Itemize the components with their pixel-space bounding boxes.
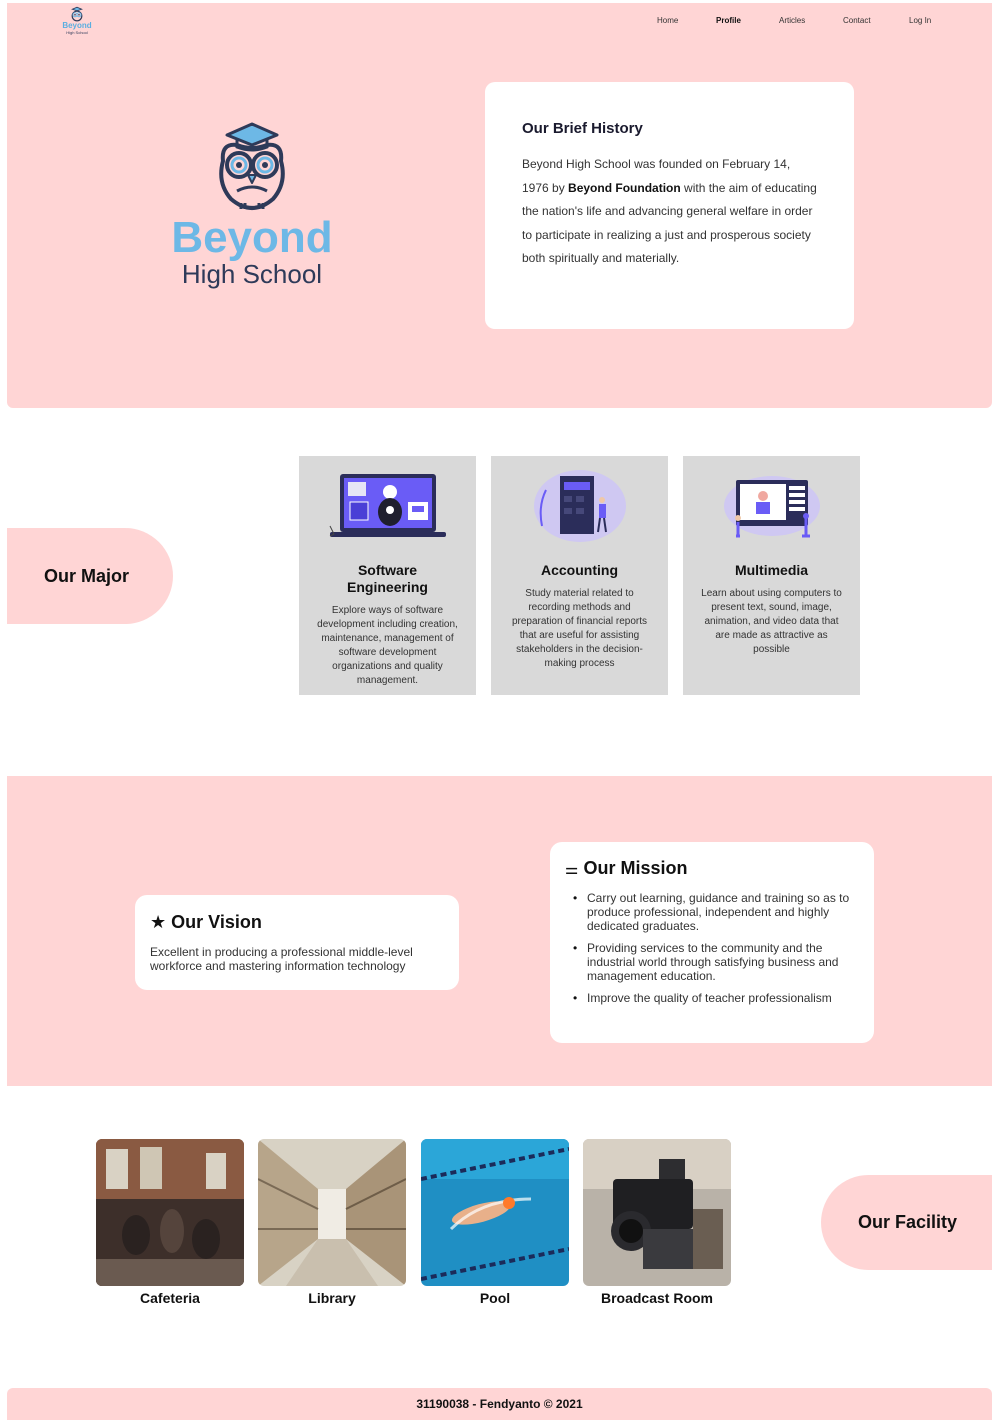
facility-heading-pill: Our Facility: [821, 1175, 992, 1270]
list-icon: ⚌: [565, 861, 579, 878]
multimedia-illustration-icon: [723, 476, 820, 538]
owl-mascot-icon: [219, 122, 285, 210]
facility-name: Library: [308, 1290, 356, 1306]
footer-text: 31190038 - Fendyanto © 2021: [416, 1397, 583, 1411]
hero-brand-line2: High School: [181, 259, 323, 289]
nav-profile[interactable]: Profile: [716, 16, 741, 25]
mission-item: Improve the quality of teacher professio…: [573, 991, 858, 1005]
major-desc: Study material related to recording meth…: [511, 588, 648, 669]
major-card-software-engineering[interactable]: Software Engineering Explore ways of sof…: [299, 456, 476, 695]
facility-name: Cafeteria: [140, 1290, 200, 1306]
software-engineering-illustration-icon: [329, 474, 446, 537]
history-card: Our Brief History Beyond High School was…: [485, 82, 854, 329]
major-heading-pill: Our Major: [7, 528, 173, 624]
footer: 31190038 - Fendyanto © 2021: [7, 1388, 992, 1420]
major-desc: Learn about using computers to present t…: [701, 588, 842, 655]
broadcast-room-photo-icon: [583, 1139, 731, 1286]
vision-text: Excellent in producing a professional mi…: [150, 945, 413, 973]
pool-photo-icon: [421, 1139, 569, 1286]
hero-section: Beyond High School Home Profile Articles…: [7, 3, 992, 408]
facility-name: Broadcast Room: [600, 1290, 714, 1306]
vision-mission-section: ★ Our Vision Excellent in producing a pr…: [7, 776, 992, 1086]
vision-heading: ★ Our Vision: [150, 912, 444, 933]
vision-title: Our Vision: [171, 912, 262, 932]
accounting-illustration-icon: [533, 470, 626, 542]
mission-title: Our Mission: [583, 858, 688, 878]
nav-contact[interactable]: Contact: [843, 16, 871, 25]
vision-card: ★ Our Vision Excellent in producing a pr…: [135, 895, 459, 990]
major-card-accounting[interactable]: Accounting Study material related to rec…: [491, 456, 668, 695]
nav-articles[interactable]: Articles: [779, 16, 805, 25]
nav-login[interactable]: Log In: [909, 16, 931, 25]
major-name: Multimedia: [734, 562, 809, 578]
mission-card: ⚌ Our Mission Carry out learning, guidan…: [550, 842, 874, 1043]
history-title: Our Brief History: [522, 120, 643, 137]
facility-pool[interactable]: Pool: [421, 1139, 569, 1306]
facility-name: Pool: [479, 1290, 511, 1306]
star-icon: ★: [150, 912, 167, 932]
mission-item: Providing services to the community and …: [573, 941, 858, 983]
facility-broadcast-room[interactable]: Broadcast Room: [583, 1139, 731, 1306]
history-foundation-name: Beyond Foundation: [568, 180, 681, 195]
mission-item: Carry out learning, guidance and trainin…: [573, 891, 858, 933]
major-desc: Explore ways of software development inc…: [317, 605, 458, 686]
nav-logo-line2: High School: [66, 30, 88, 35]
cafeteria-photo-icon: [96, 1139, 244, 1286]
facility-library[interactable]: Library: [258, 1139, 406, 1306]
mission-list: Carry out learning, guidance and trainin…: [565, 891, 858, 1005]
facility-cafeteria[interactable]: Cafeteria: [96, 1139, 244, 1306]
history-text: Beyond High School was founded on Februa…: [522, 157, 817, 265]
mission-heading: ⚌ Our Mission: [565, 858, 858, 879]
top-nav: Home Profile Articles Contact Log In: [7, 16, 992, 30]
major-name: Accounting: [541, 562, 618, 578]
major-name: Software Engineering: [347, 562, 428, 595]
major-card-multimedia[interactable]: Multimedia Learn about using computers t…: [683, 456, 860, 695]
facility-title: Our Facility: [858, 1212, 958, 1232]
hero-brand-line1: Beyond: [171, 213, 333, 262]
library-photo-icon: [258, 1139, 406, 1286]
nav-home[interactable]: Home: [657, 16, 678, 25]
hero-logo: Beyond High School: [157, 121, 347, 287]
major-title: Our Major: [44, 565, 130, 586]
